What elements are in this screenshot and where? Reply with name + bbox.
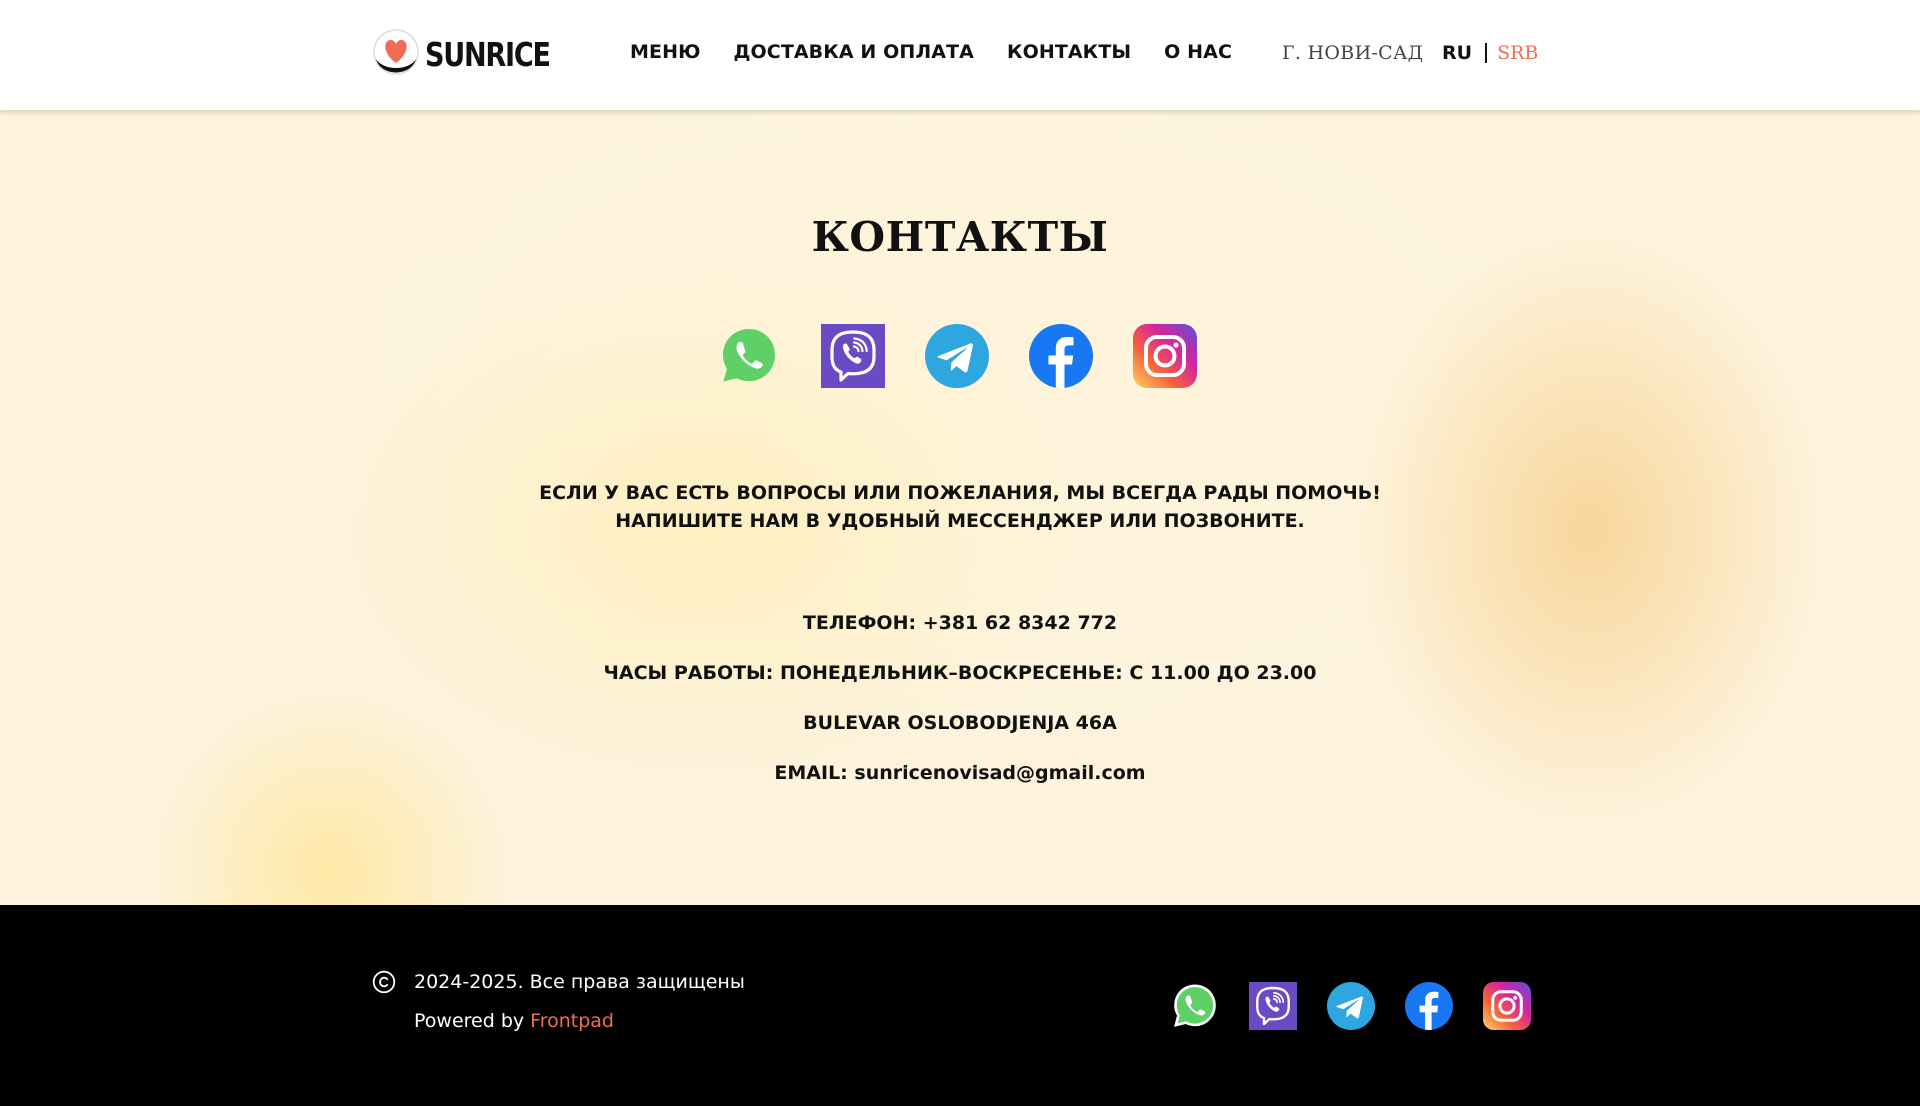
contacts-section: КОНТАКТЫ ЕСЛИ У ВАС ЕСТЬ ВОПРОСЫ ИЛИ ПОЖ… (0, 110, 1920, 905)
powered-by: Powered by Frontpad (414, 1010, 614, 1032)
powered-by-label: Powered by (414, 1010, 531, 1032)
copyright-icon (372, 970, 396, 994)
copyright: 2024-2025. Все права защищены (372, 970, 745, 994)
facebook-icon[interactable] (1405, 982, 1453, 1030)
nav-item-about[interactable]: О НАС (1164, 41, 1232, 63)
lang-divider (1485, 43, 1488, 63)
email-text[interactable]: EMAIL: sunricenovisad@gmail.com (0, 762, 1920, 784)
lang-ru[interactable]: RU (1442, 42, 1472, 64)
city-selector[interactable]: Г. НОВИ-САД (1282, 42, 1423, 64)
main-nav: МЕНЮ ДОСТАВКА И ОПЛАТА КОНТАКТЫ О НАС (630, 41, 1265, 63)
lang-srb[interactable]: SRB (1497, 42, 1538, 64)
nav-item-delivery[interactable]: ДОСТАВКА И ОПЛАТА (734, 41, 974, 63)
viber-icon[interactable] (1249, 982, 1297, 1030)
address-text: BULEVAR OSLOBODJENJA 46A (803, 712, 1117, 734)
telegram-icon[interactable] (925, 324, 989, 388)
page-title: КОНТАКТЫ (811, 213, 1109, 261)
logo-link[interactable]: SUNRICE (371, 27, 577, 81)
viber-icon[interactable] (821, 324, 885, 388)
facebook-icon[interactable] (1029, 324, 1093, 388)
intro-line-1: ЕСЛИ У ВАС ЕСТЬ ВОПРОСЫ ИЛИ ПОЖЕЛАНИЯ, М… (539, 482, 1381, 504)
contacts-intro: ЕСЛИ У ВАС ЕСТЬ ВОПРОСЫ ИЛИ ПОЖЕЛАНИЯ, М… (0, 479, 1920, 535)
instagram-icon[interactable] (1483, 982, 1531, 1030)
phone-text[interactable]: ТЕЛЕФОН: +381 62 8342 772 (0, 612, 1920, 634)
intro-line-2: НАПИШИТЕ НАМ В УДОБНЫЙ МЕССЕНДЖЕР ИЛИ ПО… (615, 510, 1305, 532)
nav-item-contacts[interactable]: КОНТАКТЫ (1007, 41, 1131, 63)
instagram-icon[interactable] (1133, 324, 1197, 388)
copyright-text: 2024-2025. Все права защищены (414, 971, 745, 993)
telegram-icon[interactable] (1327, 982, 1375, 1030)
frontpad-link[interactable]: Frontpad (530, 1010, 614, 1032)
social-links (717, 324, 1237, 388)
logo-text: SUNRICE (425, 34, 551, 74)
footer-social-links (1171, 982, 1561, 1030)
working-hours-text: ЧАСЫ РАБОТЫ: ПОНЕДЕЛЬНИК–ВОСКРЕСЕНЬЕ: С … (603, 662, 1317, 684)
site-header: SUNRICE МЕНЮ ДОСТАВКА И ОПЛАТА КОНТАКТЫ … (0, 0, 1920, 110)
whatsapp-icon[interactable] (1171, 982, 1219, 1030)
whatsapp-icon[interactable] (717, 324, 781, 388)
logo-heart-icon (373, 29, 419, 75)
language-switcher: RU SRB (1442, 42, 1538, 64)
site-footer: 2024-2025. Все права защищены Powered by… (0, 905, 1920, 1106)
nav-item-menu[interactable]: МЕНЮ (630, 41, 701, 63)
